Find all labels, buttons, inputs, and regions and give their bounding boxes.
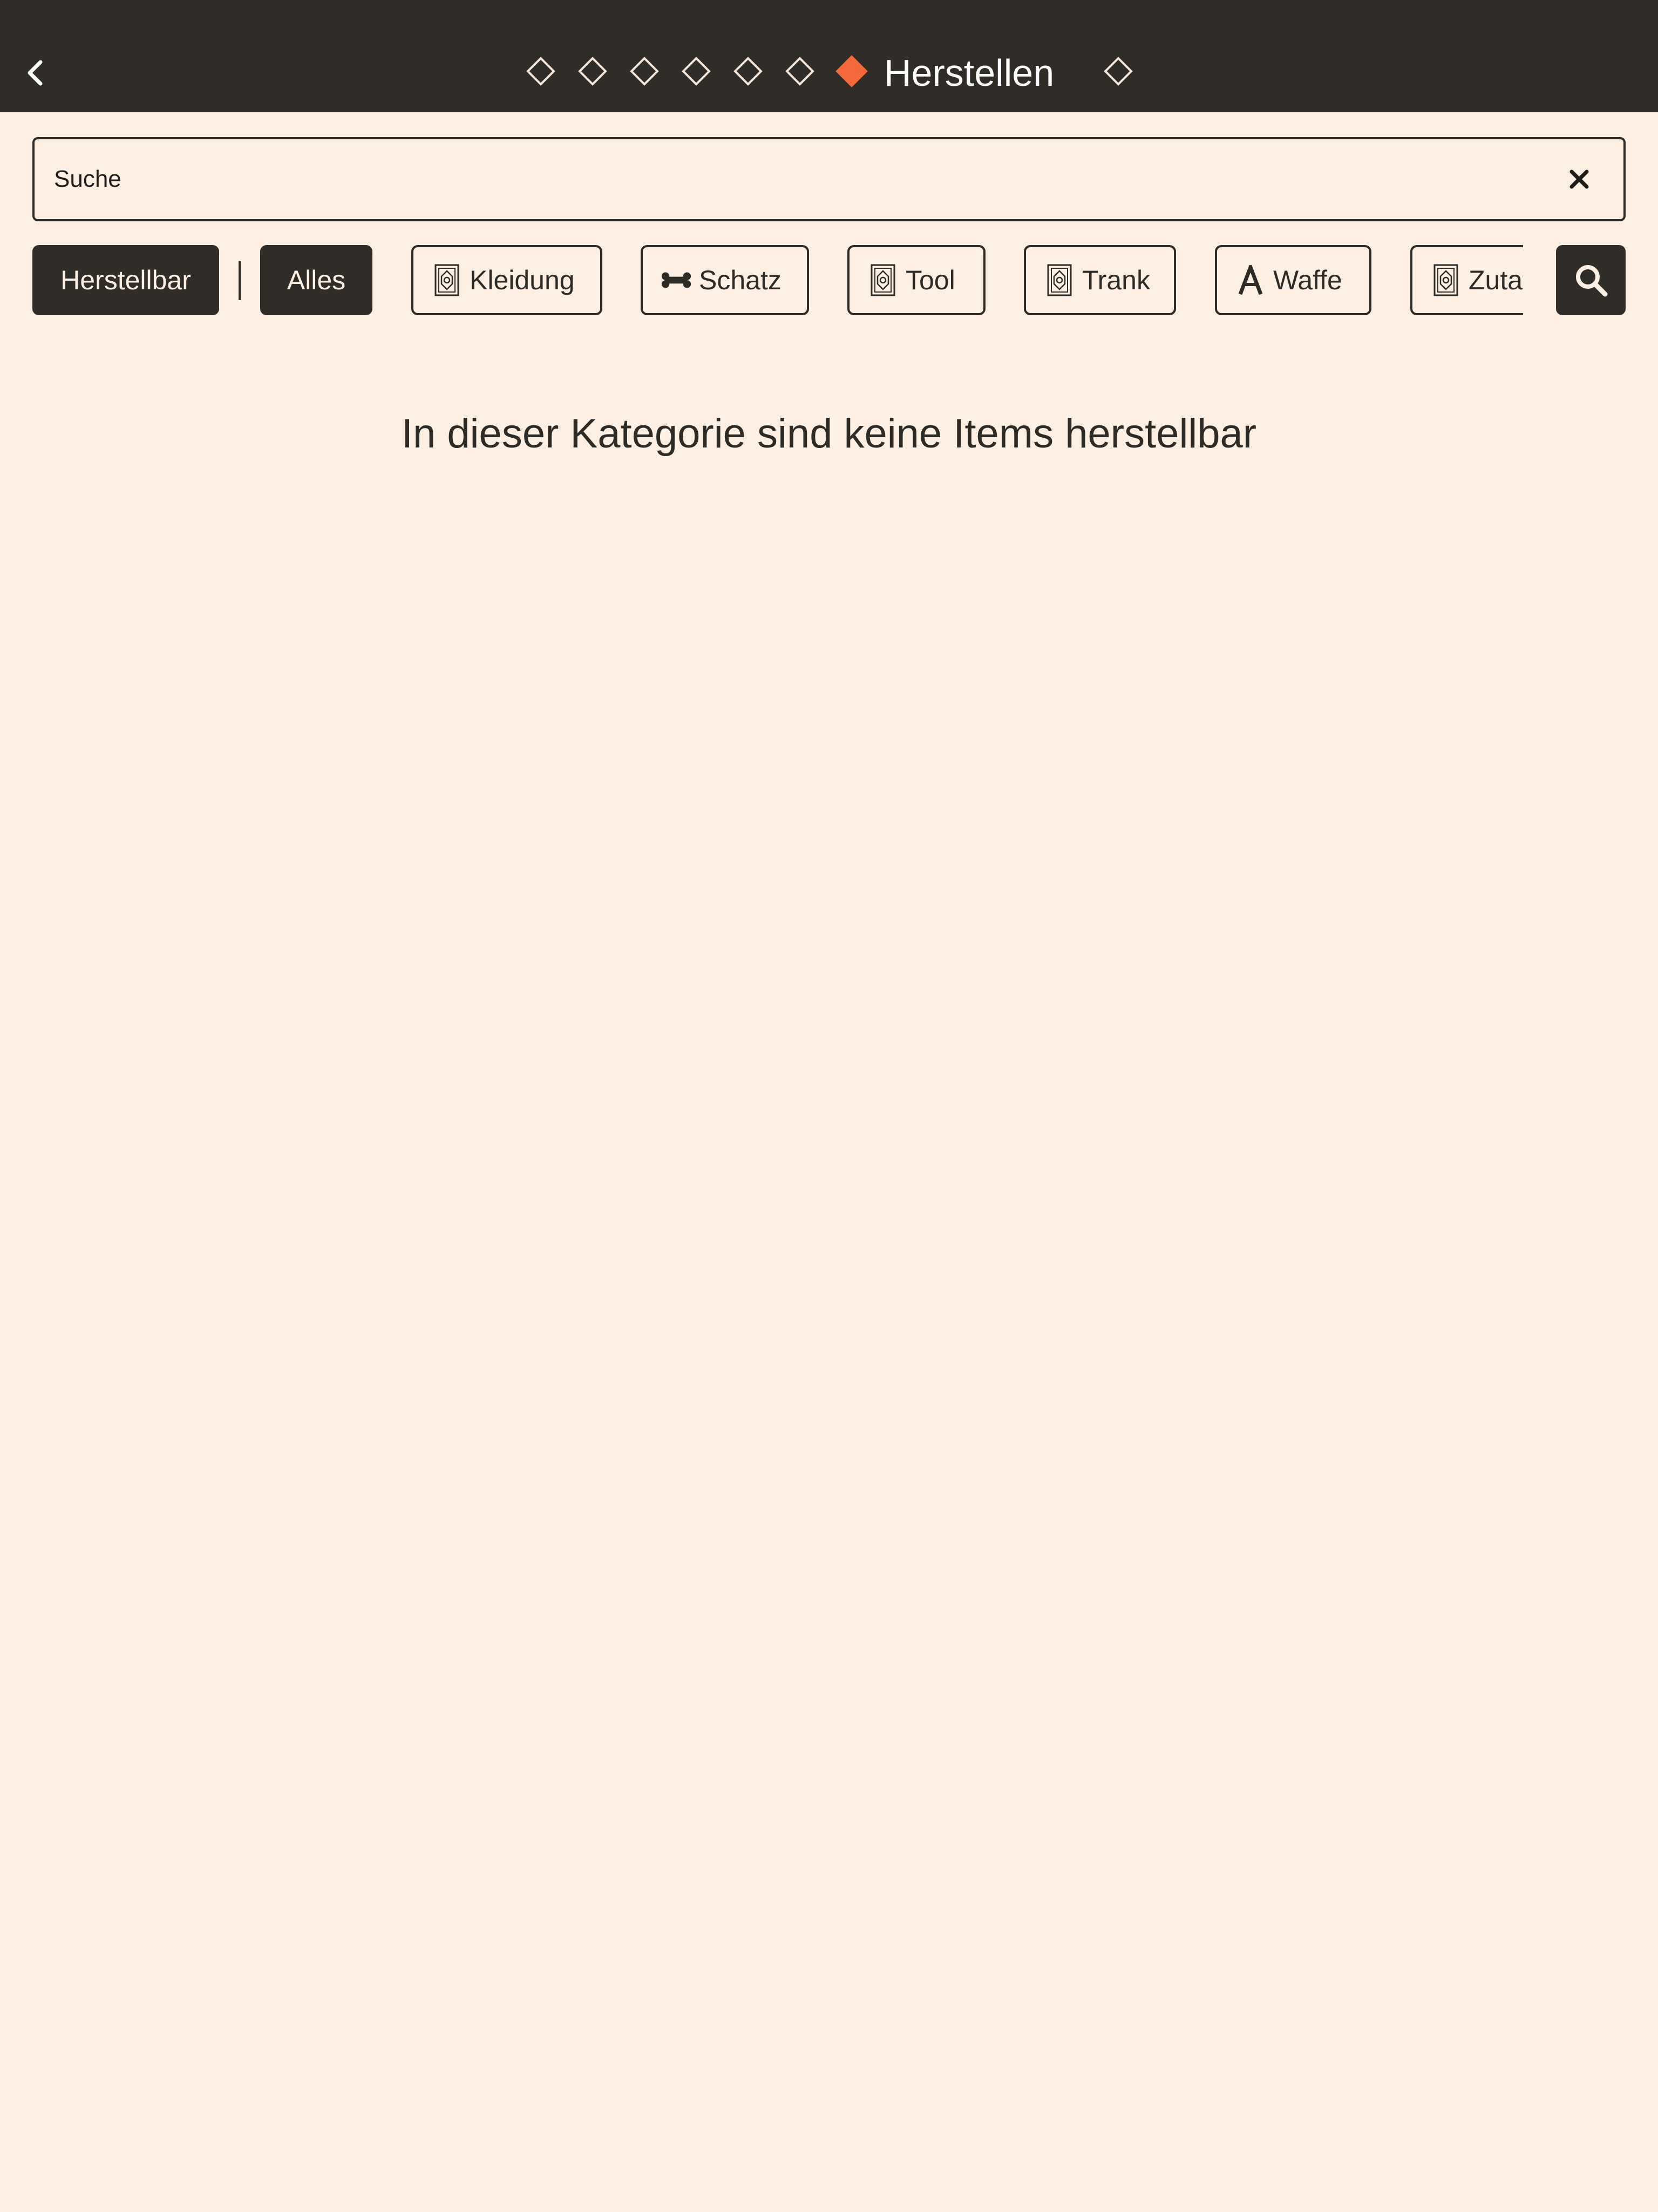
chip-label: Alles (287, 265, 346, 295)
page-indicator-dot-4[interactable] (682, 57, 711, 86)
top-bar: Herstellen (0, 0, 1658, 112)
page-indicator-dot-5[interactable] (733, 57, 763, 86)
chip-label: Kleidung (470, 265, 575, 295)
category-chip-tool[interactable]: Tool (847, 245, 986, 315)
chip-label: Schatz (699, 265, 782, 295)
close-icon (1569, 169, 1589, 189)
category-chip-kleidung[interactable]: Kleidung (411, 245, 602, 315)
search-icon (1575, 265, 1607, 297)
letter-a-icon (1235, 263, 1266, 297)
chip-label: Zutat (1469, 265, 1523, 295)
chip-label: Trank (1082, 265, 1150, 295)
category-chip-schatz[interactable]: Schatz (641, 245, 809, 315)
bone-icon (661, 263, 691, 297)
page-indicator-dot-8[interactable] (1104, 57, 1133, 86)
emblem-icon (1431, 263, 1461, 297)
category-chip-trank[interactable]: Trank (1024, 245, 1176, 315)
category-chip-alles[interactable]: Alles (260, 245, 372, 315)
page-indicator-dot-2[interactable] (578, 57, 607, 86)
filter-divider (239, 261, 241, 300)
chip-label: Waffe (1273, 265, 1342, 295)
page-indicator-dot-3[interactable] (630, 57, 659, 86)
emblem-icon (1044, 263, 1075, 297)
clear-search-button[interactable] (1563, 163, 1595, 195)
page-indicator-dot-active[interactable] (835, 55, 868, 87)
category-chip-waffe[interactable]: Waffe (1215, 245, 1371, 315)
category-chip-zutat[interactable]: Zutat (1410, 245, 1523, 315)
page-indicator-dot-6[interactable] (785, 57, 814, 86)
chip-label: Tool (906, 265, 955, 295)
back-button[interactable] (16, 49, 54, 97)
category-filter-row: Herstellbar Alles Kleidung Schatz Tool T… (32, 245, 1523, 315)
search-button[interactable] (1556, 245, 1626, 315)
page-title: Herstellen (884, 52, 1055, 94)
emblem-icon (868, 263, 898, 297)
chip-label: Herstellbar (60, 265, 191, 295)
page-indicator-dot-1[interactable] (526, 57, 555, 86)
emblem-icon (432, 263, 462, 297)
search-field (32, 137, 1626, 221)
empty-state-message: In dieser Kategorie sind keine Items her… (401, 411, 1257, 457)
craftable-filter-chip[interactable]: Herstellbar (32, 245, 219, 315)
chevron-left-icon (28, 60, 43, 86)
search-input[interactable] (54, 139, 1511, 219)
